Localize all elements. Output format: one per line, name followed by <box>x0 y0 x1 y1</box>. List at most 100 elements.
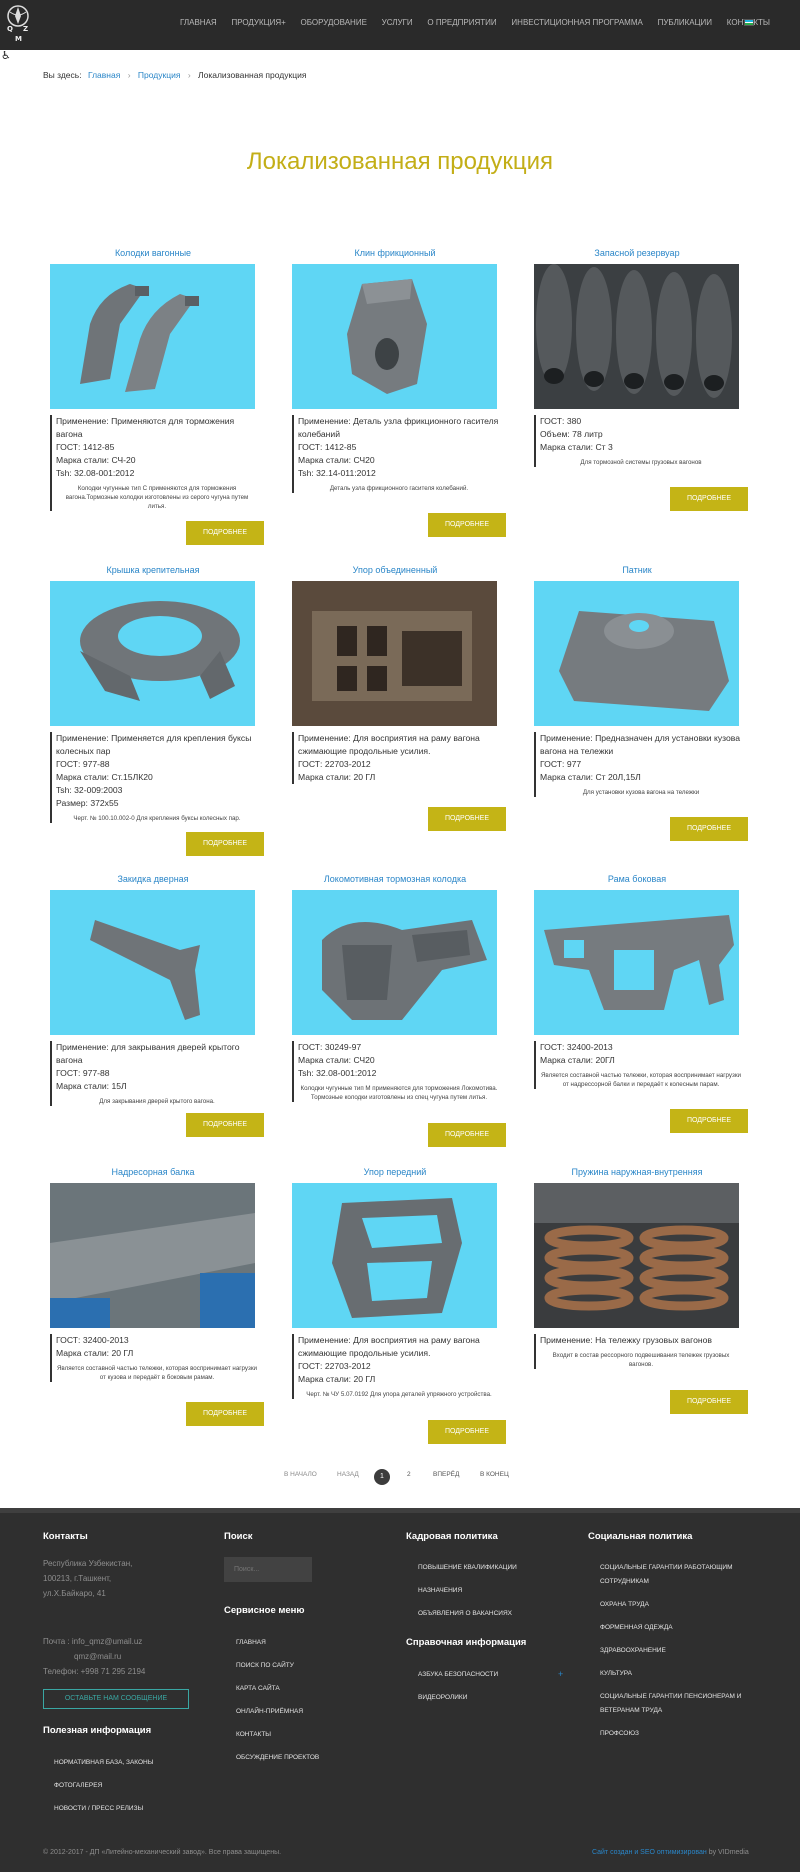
product-image[interactable] <box>50 1183 255 1328</box>
footer-link[interactable]: СОТРУДНИКАМ <box>600 1578 649 1585</box>
spec-value: 977-88 <box>82 1068 110 1078</box>
product-image[interactable] <box>534 890 739 1035</box>
product-image[interactable] <box>50 264 255 409</box>
details-button[interactable]: ПОДРОБНЕЕ <box>428 513 506 537</box>
product-title-link[interactable]: Крышка крепительная <box>44 564 262 576</box>
footer-link[interactable]: КУЛЬТУРА <box>600 1670 632 1677</box>
product-title-link[interactable]: Локомотивная тормозная колодка <box>286 873 504 885</box>
spec-key: Применение: <box>56 733 109 743</box>
breadcrumb-home[interactable]: Главная <box>88 70 120 80</box>
product-title-link[interactable]: Патник <box>528 564 746 576</box>
company-logo-icon[interactable]: Q Z M <box>4 4 32 44</box>
nav-item-products[interactable]: ПРОДУКЦИЯ+ <box>231 18 285 27</box>
product-specs: ГОСТ: 380 Объем: 78 литр Марка стали: Ст… <box>534 415 742 467</box>
spec-key: Применение: <box>298 1335 351 1345</box>
footer-link[interactable]: ФОРМЕННАЯ ОДЕЖДА <box>600 1624 673 1631</box>
product-description: Входит в состав рессорного подвешивания … <box>552 1352 730 1368</box>
product-title-link[interactable]: Рама боковая <box>528 873 746 885</box>
pagination-next[interactable]: ВПЕРЁД <box>433 1471 459 1478</box>
details-button[interactable]: ПОДРОБНЕЕ <box>428 1123 506 1147</box>
footer-link[interactable]: НОВОСТИ / ПРЕСС РЕЛИЗЫ <box>54 1805 143 1812</box>
details-button[interactable]: ПОДРОБНЕЕ <box>186 1402 264 1426</box>
details-button[interactable]: ПОДРОБНЕЕ <box>186 832 264 856</box>
wheelchair-icon[interactable]: ♿ <box>1 49 15 63</box>
footer-link[interactable]: ВЕТЕРАНАМ ТРУДА <box>600 1707 662 1714</box>
pagination-prev[interactable]: НАЗАД <box>337 1471 359 1478</box>
footer-link[interactable]: АЗБУКА БЕЗОПАСНОСТИ <box>418 1671 498 1678</box>
product-title-link[interactable]: Упор передний <box>286 1166 504 1178</box>
expand-plus-icon[interactable]: + <box>558 1669 563 1679</box>
product-image[interactable] <box>50 890 255 1035</box>
product-description: Для установки кузова вагона на тележки <box>582 789 700 796</box>
footer-link[interactable]: ГЛАВНАЯ <box>236 1639 266 1646</box>
spec-key: ГОСТ: <box>56 1068 81 1078</box>
developer-credit: Сайт создан и SEO оптимизирован by VIDme… <box>592 1849 749 1856</box>
footer-link[interactable]: ОНЛАЙН-ПРИЁМНАЯ <box>236 1708 303 1715</box>
footer-link[interactable]: ВИДЕОРОЛИКИ <box>418 1694 467 1701</box>
footer-link[interactable]: СОЦИАЛЬНЫЕ ГАРАНТИИ ПЕНСИОНЕРАМ И <box>600 1693 741 1700</box>
details-button[interactable]: ПОДРОБНЕЕ <box>670 817 748 841</box>
details-button[interactable]: ПОДРОБНЕЕ <box>670 1390 748 1414</box>
footer-link[interactable]: КАРТА САЙТА <box>236 1685 280 1692</box>
spec-value: 32.08-001:2012 <box>316 1068 377 1078</box>
footer-search-heading: Поиск <box>224 1531 253 1542</box>
product-image[interactable] <box>292 1183 497 1328</box>
footer-link[interactable]: ФОТОГАЛЕРЕЯ <box>54 1782 102 1789</box>
product-card: Упор передний Применение: Для восприятия… <box>286 1166 506 1444</box>
spec-value: 32-009:2003 <box>74 785 123 795</box>
pagination-last[interactable]: В КОНЕЦ <box>480 1471 509 1478</box>
product-description: Для тормозной системы грузовых вагонов <box>580 459 702 466</box>
footer-link[interactable]: ОБЪЯВЛЕНИЯ О ВАКАНСИЯХ <box>418 1610 512 1617</box>
nav-item-equipment[interactable]: ОБОРУДОВАНИЕ <box>301 18 367 27</box>
leave-message-button[interactable]: ОСТАВЬТЕ НАМ СООБЩЕНИЕ <box>43 1689 189 1709</box>
footer-link[interactable]: СОЦИАЛЬНЫЕ ГАРАНТИИ РАБОТАЮЩИМ <box>600 1564 732 1571</box>
details-button[interactable]: ПОДРОБНЕЕ <box>428 807 506 831</box>
footer-link[interactable]: НОРМАТИВНАЯ БАЗА, ЗАКОНЫ <box>54 1759 154 1766</box>
product-title-link[interactable]: Надресорная балка <box>44 1166 262 1178</box>
product-title-link[interactable]: Упор объединенный <box>286 564 504 576</box>
spec-value: СЧ-20 <box>111 455 136 465</box>
footer-link[interactable]: ОХРАНА ТРУДА <box>600 1601 649 1608</box>
details-button[interactable]: ПОДРОБНЕЕ <box>670 1109 748 1133</box>
footer-link[interactable]: КОНТАКТЫ <box>236 1731 271 1738</box>
product-title-link[interactable]: Запасной резервуар <box>528 247 746 259</box>
product-image[interactable] <box>534 581 739 726</box>
product-specs: Применение: Для восприятия на раму вагон… <box>292 732 500 784</box>
details-button[interactable]: ПОДРОБНЕЕ <box>186 1113 264 1137</box>
email-link[interactable]: qmz@mail.ru <box>74 1649 121 1664</box>
details-button[interactable]: ПОДРОБНЕЕ <box>186 521 264 545</box>
footer-link[interactable]: НАЗНАЧЕНИЯ <box>418 1587 462 1594</box>
pagination-page-2[interactable]: 2 <box>407 1471 411 1478</box>
product-image[interactable] <box>50 581 255 726</box>
footer-link[interactable]: ПОИСК ПО САЙТУ <box>236 1662 294 1669</box>
product-title-link[interactable]: Закидка дверная <box>44 873 262 885</box>
footer-link[interactable]: ЗДРАВООХРАНЕНИЕ <box>600 1647 666 1654</box>
spec-key: Марка стали: <box>298 455 352 465</box>
details-button[interactable]: ПОДРОБНЕЕ <box>670 487 748 511</box>
product-title-link[interactable]: Пружина наружная-внутренняя <box>528 1166 746 1178</box>
product-image[interactable] <box>534 1183 739 1328</box>
uzbekistan-flag-icon[interactable] <box>744 19 754 26</box>
pagination-current-page[interactable]: 1 <box>374 1469 390 1485</box>
breadcrumb-products[interactable]: Продукция <box>138 70 181 80</box>
product-image[interactable] <box>534 264 739 409</box>
nav-item-services[interactable]: УСЛУГИ <box>382 18 413 27</box>
footer-link[interactable]: ОБСУЖДЕНИЕ ПРОЕКТОВ <box>236 1754 319 1761</box>
footer-link[interactable]: ПРОФСОЮЗ <box>600 1730 639 1737</box>
email-link[interactable]: info_qmz@umail.uz <box>72 1637 142 1646</box>
footer-search-input[interactable] <box>224 1557 312 1582</box>
product-image[interactable] <box>292 890 497 1035</box>
nav-item-about[interactable]: О ПРЕДПРИЯТИИ <box>427 18 496 27</box>
product-image[interactable] <box>292 581 497 726</box>
product-image[interactable] <box>292 264 497 409</box>
pagination-first[interactable]: В НАЧАЛО <box>284 1471 317 1478</box>
breadcrumb-prefix: Вы здесь: <box>43 70 82 80</box>
footer-link[interactable]: ПОВЫШЕНИЕ КВАЛИФИКАЦИИ <box>418 1564 517 1571</box>
nav-item-home[interactable]: ГЛАВНАЯ <box>180 18 217 27</box>
nav-item-publications[interactable]: ПУБЛИКАЦИИ <box>658 18 713 27</box>
details-button[interactable]: ПОДРОБНЕЕ <box>428 1420 506 1444</box>
nav-item-investment[interactable]: ИНВЕСТИЦИОННАЯ ПРОГРАММА <box>511 18 642 27</box>
product-title-link[interactable]: Клин фрикционный <box>286 247 504 259</box>
developer-credit-link[interactable]: Сайт создан и SEO оптимизирован <box>592 1849 707 1856</box>
product-title-link[interactable]: Колодки вагонные <box>44 247 262 259</box>
